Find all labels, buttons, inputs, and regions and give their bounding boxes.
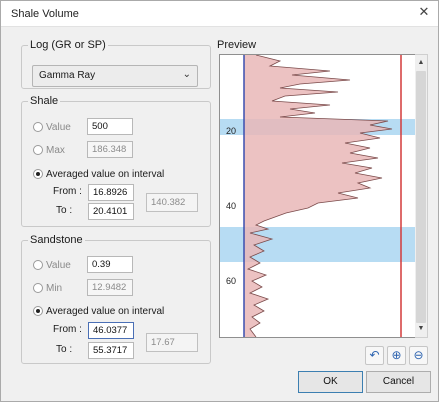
shale-avg-result: 140.382 [146,193,198,212]
depth-label: 40 [226,201,236,211]
sandstone-avg-label: Averaged value on interval [46,305,165,317]
sandstone-min-label: Min [46,282,63,294]
log-group-legend: Log (GR or SP) [30,39,106,51]
zoom-in-icon[interactable]: ⊕ [387,346,406,365]
sandstone-from-input[interactable]: 46.0377 [88,322,134,339]
radio-indicator [33,260,43,270]
depth-label: 20 [226,126,236,136]
sandstone-min-radio[interactable]: Min [33,280,62,296]
shale-value-radio[interactable]: Value [33,119,71,135]
radio-indicator [33,283,43,293]
shale-from-label: From : [53,186,82,197]
close-icon[interactable]: ✕ [416,4,432,20]
shale-value-input[interactable]: 500 [87,118,133,135]
sandstone-group-legend: Sandstone [30,234,83,246]
preview-scrollbar[interactable]: ▲ ▼ [415,54,428,338]
radio-indicator [33,122,43,132]
shale-avg-radio[interactable]: Averaged value on interval [33,166,164,182]
shale-max-radio[interactable]: Max [33,142,65,158]
scroll-thumb[interactable] [416,71,426,323]
window-title: Shale Volume [11,8,79,20]
depth-label: 60 [226,276,236,286]
sandstone-value-radio[interactable]: Value [33,257,71,273]
log-type-select[interactable]: Gamma Ray ⌄ [32,65,198,87]
cancel-button[interactable]: Cancel [366,371,431,393]
shale-to-label: To : [56,205,73,216]
scroll-down-icon[interactable]: ▼ [415,322,427,336]
radio-indicator [33,145,43,155]
sandstone-min-field: 12.9482 [87,279,133,296]
preview-legend: Preview [217,39,257,51]
log-group: Log (GR or SP) Gamma Ray ⌄ [21,39,211,89]
undo-icon[interactable]: ↶ [365,346,384,365]
radio-indicator-checked [33,306,43,316]
shale-to-input[interactable]: 20.4101 [88,203,134,220]
shale-max-label: Max [46,144,65,156]
shale-volume-dialog: Shale Volume ✕ Log (GR or SP) Gamma Ray … [0,0,439,402]
ok-button[interactable]: OK [298,371,363,393]
shale-avg-label: Averaged value on interval [46,168,165,180]
chevron-down-icon: ⌄ [182,69,191,80]
sandstone-to-label: To : [56,344,73,355]
sandstone-to-input[interactable]: 55.3717 [88,342,134,359]
preview-plot[interactable]: 20 40 60 [219,54,416,338]
sandstone-avg-radio[interactable]: Averaged value on interval [33,303,164,319]
sandstone-avg-result: 17.67 [146,333,198,352]
title-bar: Shale Volume ✕ [1,1,438,27]
zoom-out-icon[interactable]: ⊖ [409,346,428,365]
shale-from-input[interactable]: 16.8926 [88,184,134,201]
shale-max-field: 186.348 [87,141,133,158]
log-track: 20 40 60 [220,54,415,338]
shale-group-legend: Shale [30,95,59,107]
radio-indicator-checked [33,169,43,179]
sandstone-value-input[interactable]: 0.39 [87,256,133,273]
sandstone-from-label: From : [53,324,82,335]
shale-value-label: Value [46,121,71,133]
gamma-ray-area [244,55,392,337]
log-type-value: Gamma Ray [39,70,96,81]
scroll-up-icon[interactable]: ▲ [415,56,427,70]
sandstone-value-label: Value [46,259,71,271]
